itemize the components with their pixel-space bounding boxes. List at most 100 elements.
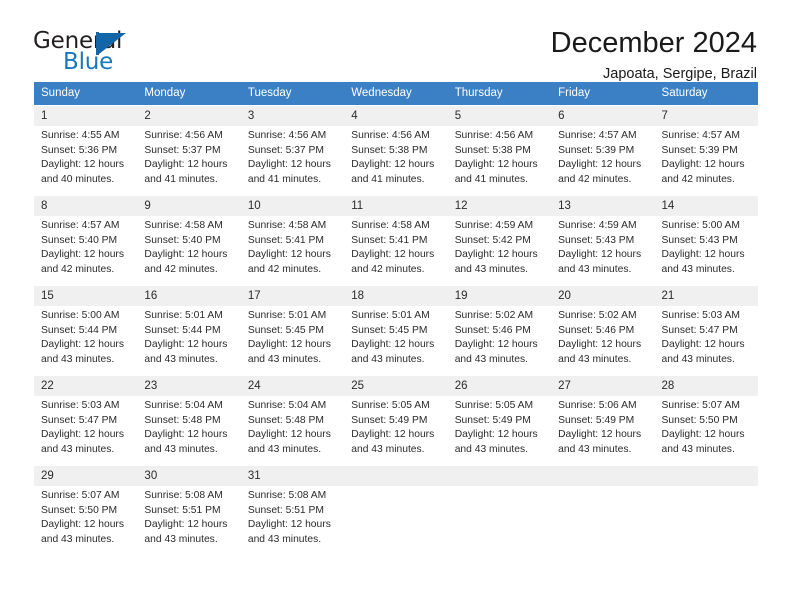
calendar-day-cell[interactable]: 27 Sunrise: 5:06 AM Sunset: 5:49 PM Dayligh… [551,376,655,465]
daylight-text-line1: Daylight: 12 hours [454,249,538,261]
page-header: General Blue December 2024 Japoata, Serg… [0,0,792,82]
calendar-day-cell[interactable]: 7 Sunrise: 4:57 AM Sunset: 5:39 PM Daylight… [654,106,758,195]
day-cell-inner: 22 Sunrise: 5:03 AM Sunset: 5:47 PM Dayligh… [34,376,138,465]
sunrise-text: Sunrise: 4:55 AM [41,130,120,141]
calendar-day-cell[interactable]: 31 Sunrise: 5:08 AM Sunset: 5:51 PM Dayligh… [240,466,345,555]
day-number: 5 [447,106,552,126]
sunset-text: Sunset: 5:46 PM [558,324,635,336]
day-number: 31 [240,466,345,486]
day-cell-inner: 7 Sunrise: 4:57 AM Sunset: 5:39 PM Daylight… [654,106,758,195]
day-number: 24 [240,376,345,396]
day-number: 12 [447,196,552,216]
daylight-text-line2: and 43 minutes. [454,263,528,275]
day-sun-info: Sunrise: 4:57 AM Sunset: 5:39 PM Daylight:… [551,126,654,187]
calendar-day-cell[interactable]: 25 Sunrise: 5:05 AM Sunset: 5:49 PM Dayligh… [344,376,448,465]
day-number: 25 [344,376,448,396]
calendar-day-cell[interactable]: 13 Sunrise: 4:59 AM Sunset: 5:43 PM Dayligh… [551,196,655,285]
sunset-text: Sunset: 5:45 PM [247,324,324,336]
sunset-text: Sunset: 5:46 PM [454,324,531,336]
day-sun-info: Sunrise: 5:07 AM Sunset: 5:50 PM Daylight:… [655,396,758,457]
daylight-text-line2: and 42 minutes. [247,263,322,275]
daylight-text-line2: and 43 minutes. [351,443,425,455]
daylight-text-line1: Daylight: 12 hours [558,249,642,261]
day-cell-inner: 19 Sunrise: 5:02 AM Sunset: 5:46 PM Dayligh… [447,286,552,375]
calendar-page: General Blue December 2024 Japoata, Serg… [0,0,792,612]
day-number: 3 [240,106,345,126]
calendar-day-cell[interactable]: 12 Sunrise: 4:59 AM Sunset: 5:42 PM Dayligh… [447,196,552,285]
daylight-text-line1: Daylight: 12 hours [351,159,435,171]
daylight-text-line2: and 41 minutes. [454,173,528,185]
sunset-text: Sunset: 5:45 PM [351,324,428,336]
weekday-header-sunday: Sunday [34,82,138,105]
calendar-day-cell[interactable]: 10 Sunrise: 4:58 AM Sunset: 5:41 PM Dayligh… [240,196,345,285]
calendar-day-cell[interactable]: 1 Sunrise: 4:55 AM Sunset: 5:36 PM Daylight… [34,106,138,195]
daylight-text-line2: and 43 minutes. [41,443,115,455]
day-sun-info: Sunrise: 5:01 AM Sunset: 5:45 PM Daylight:… [344,306,447,367]
sunrise-text: Sunrise: 4:56 AM [144,130,223,141]
daylight-text-line2: and 42 minutes. [41,263,115,275]
day-sun-info: Sunrise: 4:58 AM Sunset: 5:41 PM Daylight:… [241,216,344,277]
day-number: 29 [34,466,138,486]
day-number: 13 [551,196,655,216]
sunrise-text: Sunrise: 5:04 AM [247,400,327,411]
day-number: 22 [34,376,138,396]
calendar-day-cell[interactable]: 9 Sunrise: 4:58 AM Sunset: 5:40 PM Daylight… [137,196,241,285]
day-cell-inner: 31 Sunrise: 5:08 AM Sunset: 5:51 PM Dayligh… [240,466,345,555]
day-sun-info: Sunrise: 4:57 AM Sunset: 5:40 PM Daylight:… [34,216,137,277]
day-cell-inner: 28 Sunrise: 5:07 AM Sunset: 5:50 PM Dayligh… [654,376,758,465]
calendar-day-cell[interactable]: 22 Sunrise: 5:03 AM Sunset: 5:47 PM Dayligh… [34,376,138,465]
day-number: 8 [34,196,138,216]
calendar-day-cell[interactable]: 30 Sunrise: 5:08 AM Sunset: 5:51 PM Dayligh… [137,466,241,555]
calendar-day-cell[interactable]: 3 Sunrise: 4:56 AM Sunset: 5:37 PM Daylight… [240,106,345,195]
daylight-text-line1: Daylight: 12 hours [661,429,745,441]
day-number: 28 [654,376,758,396]
day-sun-info: Sunrise: 4:56 AM Sunset: 5:37 PM Daylight:… [137,126,240,187]
calendar-day-cell[interactable]: 23 Sunrise: 5:04 AM Sunset: 5:48 PM Dayligh… [137,376,241,465]
daylight-text-line1: Daylight: 12 hours [558,429,642,441]
day-cell-inner: 25 Sunrise: 5:05 AM Sunset: 5:49 PM Dayligh… [344,376,448,465]
daylight-text-line2: and 43 minutes. [661,263,735,275]
calendar-day-cell[interactable]: 11 Sunrise: 4:58 AM Sunset: 5:41 PM Dayligh… [344,196,448,285]
day-number: 6 [551,106,655,126]
calendar-day-cell[interactable]: 8 Sunrise: 4:57 AM Sunset: 5:40 PM Daylight… [34,196,138,285]
title-block: December 2024 Japoata, Sergipe, Brazil [551,26,757,84]
calendar-day-cell[interactable]: 4 Sunrise: 4:56 AM Sunset: 5:38 PM Daylight… [344,106,448,195]
sunset-text: Sunset: 5:43 PM [558,234,635,246]
daylight-text-line2: and 43 minutes. [558,353,632,365]
calendar-week-row: 29 Sunrise: 5:07 AM Sunset: 5:50 PM Dayligh… [34,466,758,555]
sunset-text: Sunset: 5:50 PM [41,504,118,516]
calendar-day-cell[interactable]: 28 Sunrise: 5:07 AM Sunset: 5:50 PM Dayligh… [654,376,758,465]
calendar-day-cell-empty [447,466,552,555]
calendar-day-cell[interactable]: 5 Sunrise: 4:56 AM Sunset: 5:38 PM Daylight… [447,106,552,195]
day-number: 30 [137,466,241,486]
calendar-day-cell[interactable]: 15 Sunrise: 5:00 AM Sunset: 5:44 PM Dayligh… [34,286,138,375]
calendar-day-cell[interactable]: 16 Sunrise: 5:01 AM Sunset: 5:44 PM Dayligh… [137,286,241,375]
sunset-text: Sunset: 5:36 PM [41,144,118,156]
calendar-day-cell[interactable]: 14 Sunrise: 5:00 AM Sunset: 5:43 PM Dayligh… [654,196,758,285]
calendar-day-cell[interactable]: 17 Sunrise: 5:01 AM Sunset: 5:45 PM Dayligh… [240,286,345,375]
day-cell-inner [551,466,655,555]
day-number: 11 [344,196,448,216]
sunrise-text: Sunrise: 4:58 AM [247,220,327,231]
day-cell-inner: 18 Sunrise: 5:01 AM Sunset: 5:45 PM Dayligh… [344,286,448,375]
day-cell-inner: 23 Sunrise: 5:04 AM Sunset: 5:48 PM Dayligh… [137,376,241,465]
weekday-header-thursday: Thursday [447,82,552,105]
day-number [654,466,758,486]
day-cell-inner: 3 Sunrise: 4:56 AM Sunset: 5:37 PM Daylight… [240,106,345,195]
day-number [344,466,448,486]
daylight-text-line1: Daylight: 12 hours [247,159,331,171]
calendar-day-cell[interactable]: 19 Sunrise: 5:02 AM Sunset: 5:46 PM Dayligh… [447,286,552,375]
calendar-day-cell[interactable]: 24 Sunrise: 5:04 AM Sunset: 5:48 PM Dayligh… [240,376,345,465]
calendar-day-cell[interactable]: 26 Sunrise: 5:05 AM Sunset: 5:49 PM Dayligh… [447,376,552,465]
calendar-day-cell[interactable]: 2 Sunrise: 4:56 AM Sunset: 5:37 PM Daylight… [137,106,241,195]
day-sun-info: Sunrise: 5:01 AM Sunset: 5:44 PM Daylight:… [137,306,240,367]
general-blue-logo[interactable]: General Blue [33,30,145,80]
calendar-day-cell[interactable]: 20 Sunrise: 5:02 AM Sunset: 5:46 PM Dayligh… [551,286,655,375]
sunset-text: Sunset: 5:40 PM [144,234,221,246]
calendar-day-cell[interactable]: 29 Sunrise: 5:07 AM Sunset: 5:50 PM Dayligh… [34,466,138,555]
calendar-day-cell[interactable]: 6 Sunrise: 4:57 AM Sunset: 5:39 PM Daylight… [551,106,655,195]
logo-text-blue: Blue [63,49,114,75]
page-subtitle: Japoata, Sergipe, Brazil [603,66,757,82]
calendar-day-cell[interactable]: 18 Sunrise: 5:01 AM Sunset: 5:45 PM Dayligh… [344,286,448,375]
calendar-day-cell[interactable]: 21 Sunrise: 5:03 AM Sunset: 5:47 PM Dayligh… [654,286,758,375]
